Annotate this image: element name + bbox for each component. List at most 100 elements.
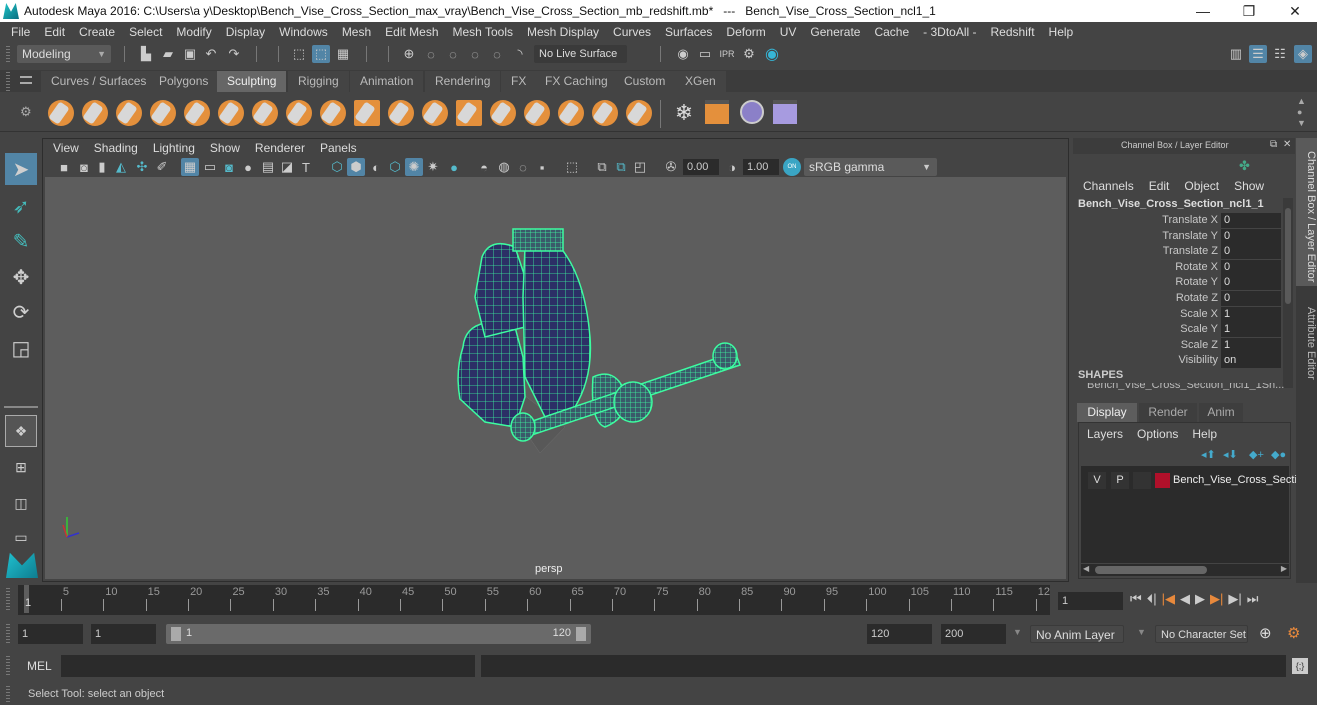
sculpt-layer-editor-icon[interactable]	[773, 100, 797, 124]
undo-icon[interactable]: ↶	[202, 45, 220, 63]
channel-value-field[interactable]: 0	[1221, 275, 1281, 291]
move-tool-icon[interactable]: ✥	[5, 261, 37, 293]
menu-generate[interactable]: Generate	[803, 25, 867, 39]
shelf-tab-fx[interactable]: FX	[501, 71, 537, 92]
menu-uv[interactable]: UV	[773, 25, 804, 39]
pinch-tool-icon[interactable]	[184, 100, 210, 126]
channel-object-menu[interactable]: Object	[1184, 179, 1219, 193]
image-plane-icon[interactable]: ◭	[112, 158, 130, 176]
animation-preferences-icon[interactable]: ⚙	[1287, 624, 1300, 642]
textured-icon[interactable]: ✺	[405, 158, 423, 176]
film-gate-icon[interactable]: ▭	[201, 158, 219, 176]
layer-name[interactable]: Bench_Vise_Cross_Section	[1173, 472, 1309, 489]
select-hierarchy-icon[interactable]: ⬚	[290, 45, 308, 63]
move-layer-down-icon[interactable]: ◂⬇	[1223, 448, 1238, 461]
single-perspective-layout-icon[interactable]: ❖	[5, 415, 37, 447]
isolate-select-icon[interactable]: ⬚	[563, 158, 581, 176]
shelf-scroll[interactable]: ▲ ● ▼	[1297, 96, 1306, 129]
relax-tool-icon[interactable]	[116, 100, 142, 126]
menu-edit-mesh[interactable]: Edit Mesh	[378, 25, 445, 39]
shelf-tab-xgen[interactable]: XGen	[675, 71, 726, 92]
start-time-field[interactable]: 1	[18, 624, 83, 644]
channel-value-field[interactable]: 0	[1221, 291, 1281, 306]
time-slider[interactable]: 1 5 10 15 20 25 30 35 40 45 50 55 60 65 70 75 80 85 90 95 1…	[18, 585, 1050, 615]
channel-row[interactable]: Scale Z1	[1073, 337, 1283, 353]
range-start-handle[interactable]	[171, 627, 181, 641]
selected-object-name[interactable]: Bench_Vise_Cross_Section_ncl1_1	[1078, 198, 1264, 210]
attribute-editor-toggle-icon[interactable]: ☰	[1249, 45, 1267, 63]
snap-view-plane-icon[interactable]: ◌	[466, 45, 484, 63]
current-frame-field[interactable]: 1	[1058, 592, 1123, 610]
redo-icon[interactable]: ↷	[225, 45, 243, 63]
layer-help-menu[interactable]: Help	[1192, 427, 1217, 441]
menu-mesh[interactable]: Mesh	[335, 25, 378, 39]
motion-blur-icon[interactable]: ◍	[495, 158, 513, 176]
viewport-menu-panels[interactable]: Panels	[318, 141, 364, 155]
menu-set-dropdown[interactable]: Modeling ▼	[17, 45, 111, 63]
go-to-end-icon[interactable]: ⏭	[1247, 591, 1259, 607]
step-back-key-icon[interactable]: |◀	[1162, 591, 1175, 607]
imprint-tool-icon[interactable]	[354, 100, 380, 126]
channel-box-toggle-icon[interactable]: ◈	[1294, 45, 1312, 63]
minimize-button[interactable]: —	[1180, 0, 1226, 22]
viewport-menu-shading[interactable]: Shading	[92, 141, 145, 155]
persp-outliner-layout-icon[interactable]: ◫	[5, 487, 37, 519]
move-layer-up-icon[interactable]: ◂⬆	[1201, 448, 1216, 461]
sculpt-tool-icon[interactable]	[48, 100, 74, 126]
viewport-menu-show[interactable]: Show	[208, 141, 247, 155]
xray-joints-icon[interactable]: ⧉	[612, 158, 630, 176]
go-to-start-icon[interactable]: ⏮	[1130, 591, 1142, 607]
wireframe-icon[interactable]: ⬡	[328, 158, 346, 176]
shelf-tab-fx-caching[interactable]: FX Caching	[535, 71, 618, 92]
render-settings-icon[interactable]: ⚙	[740, 45, 758, 63]
float-panel-icon[interactable]: ⧉	[1270, 139, 1277, 150]
smear-tool-icon[interactable]	[524, 100, 550, 126]
snap-curve-icon[interactable]: ◌	[422, 45, 440, 63]
channel-value-field[interactable]: 1	[1221, 322, 1281, 338]
step-forward-key-icon[interactable]: ▶|	[1210, 591, 1223, 607]
channel-row[interactable]: Visibility on	[1073, 353, 1283, 369]
freeze-tool-icon[interactable]	[626, 100, 652, 126]
amplify-tool-icon[interactable]	[592, 100, 618, 126]
bench-vise-model[interactable]	[457, 228, 741, 454]
layers-menu[interactable]: Layers	[1087, 427, 1123, 441]
new-scene-icon[interactable]: ▙	[137, 45, 155, 63]
snap-live-icon[interactable]: ◌	[488, 45, 506, 63]
scrape-tool-icon[interactable]	[422, 100, 448, 126]
layer-color-swatch[interactable]	[1155, 473, 1170, 488]
manipulator-icon[interactable]: ✤	[1239, 158, 1250, 174]
ipr-render-icon[interactable]: IPR	[718, 45, 736, 63]
knife-tool-icon[interactable]	[490, 100, 516, 126]
play-forwards-icon[interactable]: ▶	[1195, 591, 1205, 607]
menu-mesh-tools[interactable]: Mesh Tools	[446, 25, 520, 39]
channel-label[interactable]: Scale X	[1078, 307, 1218, 322]
spray-tool-icon[interactable]	[286, 100, 312, 126]
channel-label[interactable]: Translate X	[1078, 213, 1218, 228]
channel-value-field[interactable]: 0	[1221, 213, 1281, 228]
open-scene-icon[interactable]: ▰	[159, 45, 177, 63]
layer-horizontal-scrollbar[interactable]: ◀ ▶	[1081, 564, 1289, 576]
menu-redshift[interactable]: Redshift	[984, 25, 1042, 39]
chevron-down-icon[interactable]: ▼	[1137, 627, 1146, 637]
xray-components-icon[interactable]: ◰	[631, 158, 649, 176]
rotate-tool-icon[interactable]: ⟳	[5, 296, 37, 328]
channel-row[interactable]: Translate Y0	[1073, 228, 1283, 244]
color-space-dropdown[interactable]: sRGB gamma ▼	[804, 158, 937, 176]
channel-row[interactable]: Rotate X0	[1073, 259, 1283, 275]
sculpt-settings-icon[interactable]	[705, 100, 729, 124]
viewport-menu-renderer[interactable]: Renderer	[253, 141, 312, 155]
range-slider[interactable]: 1 120	[166, 624, 591, 644]
channel-value-field[interactable]: 1	[1221, 306, 1281, 322]
channel-value-field[interactable]: 0	[1221, 244, 1281, 260]
menu-surfaces[interactable]: Surfaces	[658, 25, 719, 39]
shelf-settings-icon[interactable]: ⚙	[20, 104, 32, 120]
channel-label[interactable]: Rotate Y	[1078, 275, 1218, 290]
menu-display[interactable]: Display	[219, 25, 272, 39]
menu-curves[interactable]: Curves	[606, 25, 658, 39]
foamy-tool-icon[interactable]	[252, 100, 278, 126]
wireframe-on-shaded-icon[interactable]: ⬡	[386, 158, 404, 176]
new-layer-selected-icon[interactable]: ◆●	[1271, 448, 1286, 461]
end-time-field[interactable]: 200	[941, 624, 1006, 644]
grease-pencil-icon[interactable]: ✐	[153, 158, 171, 176]
scrollbar-thumb[interactable]	[1285, 208, 1291, 304]
